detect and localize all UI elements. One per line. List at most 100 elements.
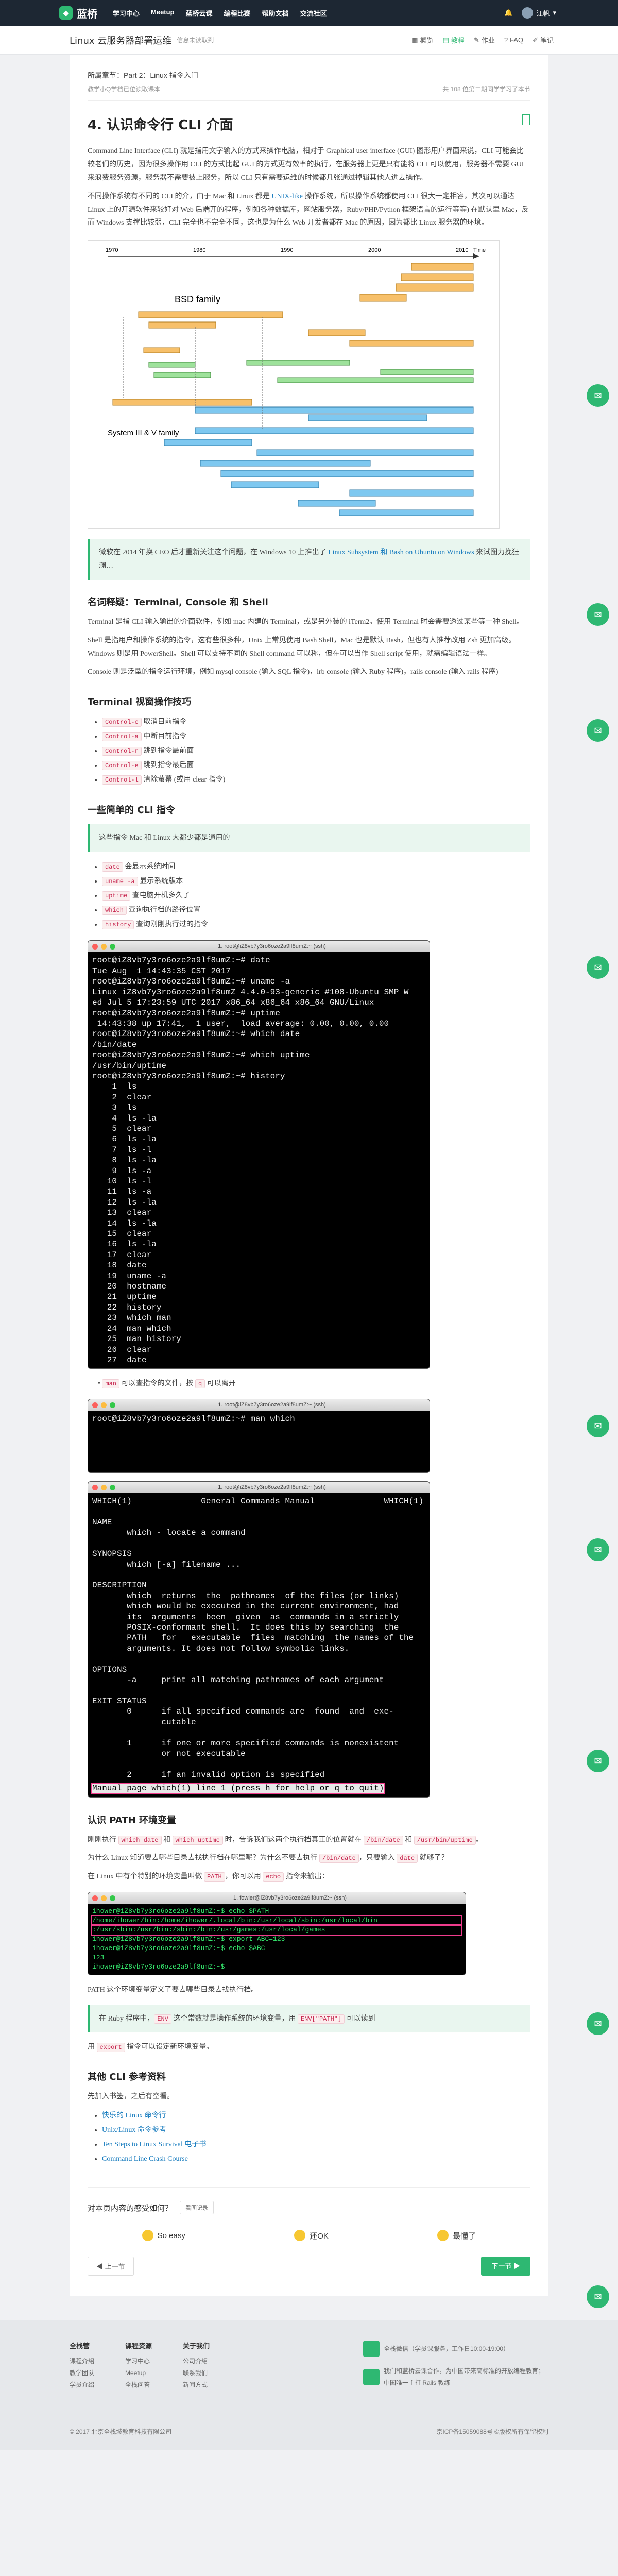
terminal-screenshot: 1. fowler@iZ8vb7y3ro6oze2a9lf8umZ:~ (ssh… bbox=[88, 1892, 466, 1976]
section-heading: 名词释疑：Terminal, Console 和 Shell bbox=[88, 597, 268, 608]
close-icon bbox=[92, 943, 98, 950]
tab-overview[interactable]: ▦ 概览 bbox=[411, 35, 433, 45]
logo[interactable]: ◆ 蓝桥 bbox=[59, 6, 97, 21]
unix-like-link[interactable]: UNIX-like bbox=[271, 193, 303, 200]
tab-homework[interactable]: ✎ 作业 bbox=[474, 35, 495, 45]
chat-fab[interactable]: ✉ bbox=[587, 1415, 609, 1437]
terminal-line: POSIX-conformant shell. It does this by … bbox=[92, 1623, 399, 1633]
footer-col-title: 全栈营 bbox=[70, 2342, 90, 2350]
nav-item[interactable]: 学习中心 bbox=[113, 8, 140, 18]
tip-box: 这些指令 Mac 和 Linux 大都少都是通用的 bbox=[88, 824, 530, 852]
chat-fab[interactable]: ✉ bbox=[587, 956, 609, 979]
year-label: 2010 bbox=[456, 247, 468, 253]
chat-fab[interactable]: ✉ bbox=[587, 719, 609, 742]
terminal-line: 23 which man bbox=[92, 1313, 171, 1323]
terminal-line: 123 bbox=[92, 1954, 105, 1962]
list-item: Control-e 跳到指令最后面 bbox=[102, 758, 530, 773]
text: 这个常数就是操作系统的环境变量，用 bbox=[171, 2015, 298, 2023]
footer-link[interactable]: Meetup bbox=[125, 2367, 152, 2379]
tab-tutorial[interactable]: ▤ 教程 bbox=[443, 35, 465, 45]
terminal-line: root@iZ8vb7y3ro6oze2a9lf8umZ:~# uname -a bbox=[92, 977, 290, 987]
chat-fab[interactable]: ✉ bbox=[587, 2012, 609, 2035]
inline-code: uptime bbox=[102, 891, 131, 901]
terminal-line: 14 ls -la bbox=[92, 1218, 157, 1228]
terminal-line: which - locate a command bbox=[92, 1528, 246, 1538]
terminal-titlebar: 1. fowler@iZ8vb7y3ro6oze2a9lf8umZ:~ (ssh… bbox=[88, 1892, 466, 1904]
paragraph: • man 可以查指令的文件，按 q 可以离开 bbox=[88, 1377, 530, 1391]
list-item: date 会显示系统时间 bbox=[102, 860, 530, 874]
terminal-status-line: Manual page which(1) line 1 (press h for… bbox=[88, 1783, 430, 1797]
tab-faq[interactable]: ? FAQ bbox=[504, 35, 523, 45]
terminal-line: 16 ls -la bbox=[92, 1240, 157, 1249]
terminal-line: root@iZ8vb7y3ro6oze2a9lf8umZ:~# which up… bbox=[92, 1050, 310, 1060]
footer-link[interactable]: 联系我们 bbox=[183, 2367, 210, 2379]
footer-link[interactable]: 全栈问答 bbox=[125, 2379, 152, 2391]
chat-fab[interactable]: ✉ bbox=[587, 1750, 609, 1772]
footer-link[interactable]: 公司介绍 bbox=[183, 2355, 210, 2367]
chat-fab[interactable]: ✉ bbox=[587, 2285, 609, 2308]
course-title[interactable]: Linux 云服务器部署运维 bbox=[70, 33, 171, 47]
footer-link[interactable]: 课程介绍 bbox=[70, 2355, 94, 2367]
footer-link[interactable]: 新闻方式 bbox=[183, 2379, 210, 2391]
reference-link[interactable]: 快乐的 Linux 命令行 bbox=[102, 2112, 166, 2120]
terminal-line: 8 ls -la bbox=[92, 1156, 157, 1165]
wsl-link[interactable]: Linux Subsystem 和 Bash on Ubuntu on Wind… bbox=[328, 549, 474, 556]
nav-item[interactable]: 交流社区 bbox=[300, 8, 327, 18]
prev-section-button[interactable]: ◀ 上一节 bbox=[88, 2257, 134, 2276]
user-name: 江帆 bbox=[536, 9, 550, 18]
reference-link[interactable]: Command Line Crash Course bbox=[102, 2155, 188, 2163]
footer-col-title: 关于我们 bbox=[183, 2342, 210, 2350]
bell-icon[interactable]: 🔔 bbox=[504, 9, 512, 17]
topbar-right: 🔔 江帆 ▾ bbox=[504, 7, 556, 19]
feedback-option-ok[interactable]: 还OK bbox=[294, 2230, 329, 2242]
terminal-line: NAME bbox=[92, 1518, 112, 1528]
inline-code: q bbox=[195, 1379, 205, 1389]
chat-fab[interactable]: ✉ bbox=[587, 603, 609, 626]
chat-icon: ✉ bbox=[594, 1420, 602, 1431]
feedback-option-easy[interactable]: So easy bbox=[142, 2230, 185, 2242]
terminal-titlebar: 1. root@iZ8vb7y3ro6oze2a9lf8umZ:~ (ssh) bbox=[88, 1399, 430, 1411]
footer-link[interactable]: 学员介绍 bbox=[70, 2379, 94, 2391]
terminal-line: 18 date bbox=[92, 1261, 147, 1270]
terminal-titlebar: 1. root@iZ8vb7y3ro6oze2a9lf8umZ:~ (ssh) bbox=[88, 941, 430, 953]
copyright-text: © 2017 北京全栈城教育科技有限公司 bbox=[70, 2428, 172, 2435]
inline-code: which bbox=[102, 906, 127, 916]
footer-col-title: 课程资源 bbox=[125, 2342, 152, 2350]
user-menu[interactable]: 江帆 ▾ bbox=[522, 7, 556, 19]
footer-info: 全栈微信（学员课服务，工作日10:00-19:00） 我们和蓝桥云课合作，为中国… bbox=[363, 2341, 548, 2397]
tab-notes[interactable]: ✐ 笔记 bbox=[533, 35, 554, 45]
reference-link[interactable]: Unix/Linux 命令参考 bbox=[102, 2126, 166, 2134]
nav-item[interactable]: 编程比赛 bbox=[224, 8, 251, 18]
feedback-record-button[interactable]: 看图记录 bbox=[180, 2201, 214, 2215]
nav-item[interactable]: Meetup bbox=[151, 8, 175, 18]
tab-label: 作业 bbox=[481, 37, 495, 44]
time-label: Time bbox=[473, 247, 486, 253]
pager: ◀ 上一节 下一节 ▶ bbox=[88, 2257, 530, 2276]
list-item: history 查询刚刚执行过的指令 bbox=[102, 918, 530, 932]
bullet: • bbox=[98, 1380, 100, 1388]
tab-label: FAQ bbox=[510, 36, 524, 44]
section-heading: 其他 CLI 参考资料 bbox=[88, 2072, 166, 2083]
nav-item[interactable]: 蓝桥云课 bbox=[186, 8, 213, 18]
footer-col: 关于我们 公司介绍 联系我们 新闻方式 bbox=[183, 2341, 210, 2397]
chat-fab[interactable]: ✉ bbox=[587, 384, 609, 407]
footer-link[interactable]: 学习中心 bbox=[125, 2355, 152, 2367]
section-heading: 一些简单的 CLI 指令 bbox=[88, 805, 175, 816]
next-section-button[interactable]: 下一节 ▶ bbox=[481, 2257, 530, 2276]
list-item: Control-r 跳到指令最前面 bbox=[102, 744, 530, 758]
reference-link[interactable]: Ten Steps to Linux Survival 电子书 bbox=[102, 2141, 206, 2148]
footer-contact: 全栈微信（学员课服务，工作日10:00-19:00） bbox=[384, 2345, 510, 2352]
list-item: Ten Steps to Linux Survival 电子书 bbox=[102, 2138, 530, 2152]
terminal-line: its arguments been given as commands in … bbox=[92, 1612, 399, 1622]
footer-link[interactable]: 教学团队 bbox=[70, 2367, 94, 2379]
inline-code: /bin/date bbox=[363, 1835, 403, 1845]
terminal-titlebar: 1. root@iZ8vb7y3ro6oze2a9lf8umZ:~ (ssh) bbox=[88, 1482, 430, 1494]
inline-code: date bbox=[102, 862, 123, 872]
chat-fab[interactable]: ✉ bbox=[587, 1538, 609, 1561]
bookmark-icon[interactable] bbox=[522, 114, 530, 125]
nav-item[interactable]: 帮助文档 bbox=[262, 8, 289, 18]
chat-icon: ✉ bbox=[594, 609, 602, 620]
feedback-option-confused[interactable]: 最懂了 bbox=[437, 2230, 476, 2242]
terminal-line: DESCRIPTION bbox=[92, 1581, 147, 1590]
close-icon bbox=[92, 1402, 98, 1408]
